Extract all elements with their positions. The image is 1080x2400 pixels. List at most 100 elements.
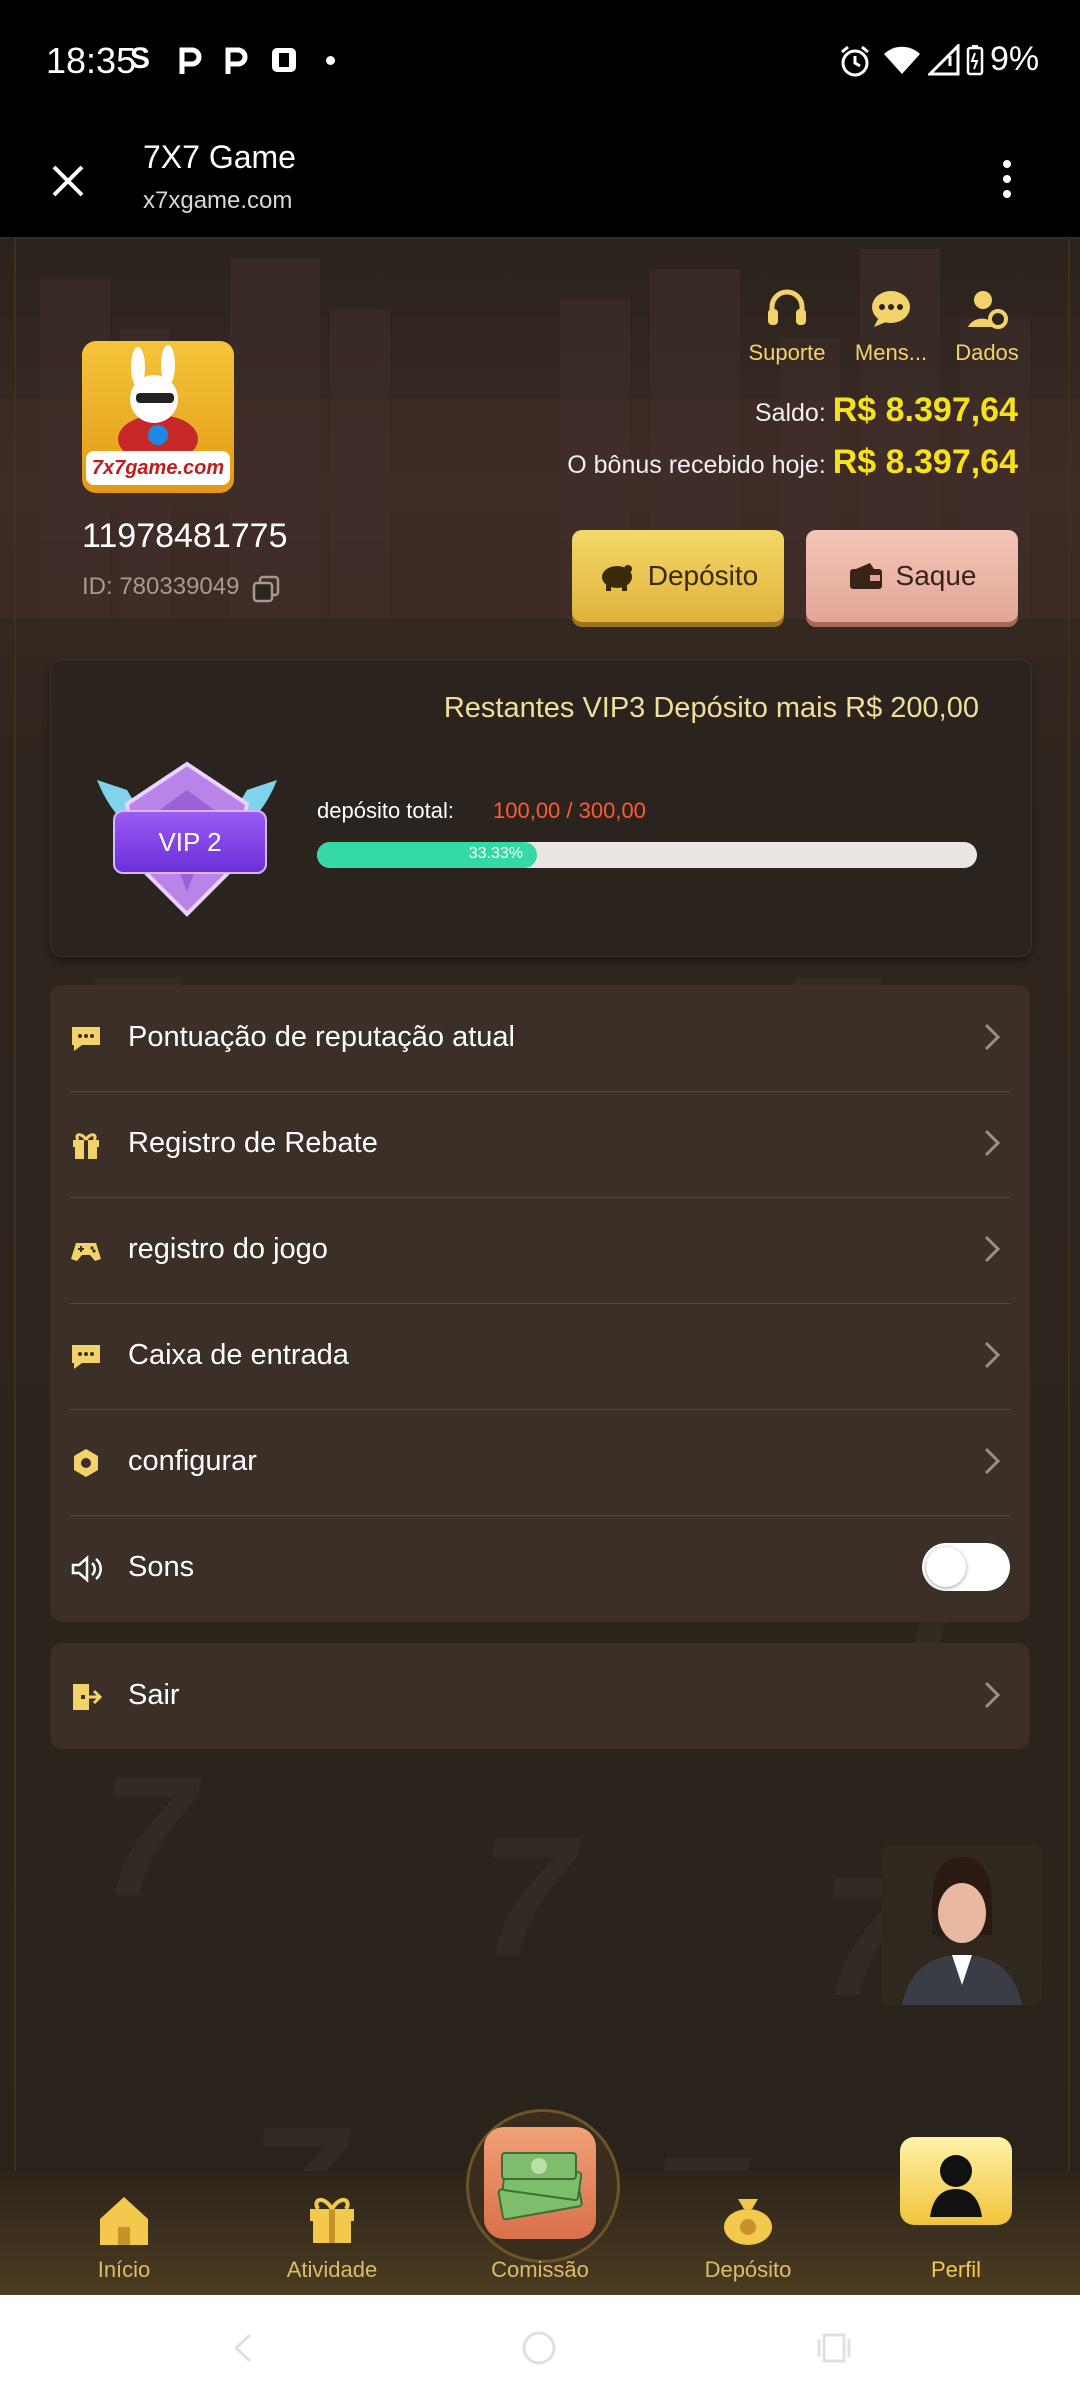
menu-item-rebate[interactable]: Registro de Rebate [70,1091,1010,1198]
bonus-value: R$ 8.397,64 [832,443,1018,481]
nav-home[interactable]: Início [24,2171,224,2295]
inbox-icon [72,1345,100,1369]
nav-label-commission: Comissão [491,2257,589,2282]
headset-icon [768,289,806,325]
chevron-right-icon [984,1235,1001,1263]
chat-icon [72,1027,100,1051]
battery-percent: 9% [990,40,1040,78]
nav-label-home: Início [97,2257,151,2282]
speaker-icon [71,1555,102,1583]
gear-icon [74,1449,98,1477]
bonus-label: O bônus recebido hoje: [567,451,826,479]
menu-item-inbox[interactable]: Caixa de entrada [70,1303,1010,1410]
vip-headline: Restantes VIP3 Depósito mais R$ 200,00 [443,692,979,724]
deposit-total-value: 100,00 / 300,00 [493,798,646,823]
menu-label-sounds: Sons [128,1551,195,1583]
battery-icon [966,44,984,81]
deposit-button[interactable]: Depósito [572,530,784,622]
status-bar: 18:35 S 9% [0,0,1080,125]
deposit-total-label: depósito total: [317,798,454,823]
signal-icon [926,42,960,81]
nav-profile[interactable]: Perfil [856,2137,1056,2295]
nav-label-profile: Perfil [930,2257,982,2282]
saldo-value: R$ 8.397,64 [832,391,1018,429]
deposit-label: Depósito [647,560,759,591]
data-label: Dados [955,340,1019,365]
avatar[interactable]: 7x7game.com [82,341,234,493]
nav-label-activity: Atividade [286,2257,378,2282]
menu-label-logout: Sair [128,1679,180,1711]
vip-progress-text: 33.33% [468,845,523,862]
nav-label-deposit: Depósito [704,2257,792,2282]
vip-card: Restantes VIP3 Depósito mais R$ 200,00 V… [50,659,1032,957]
user-settings-icon [968,291,1008,329]
user-icon [930,2155,982,2217]
message-icon [872,291,910,327]
menu-item-settings[interactable]: configurar [70,1409,1010,1516]
menu-item-logout[interactable]: Sair [70,1643,1010,1749]
logo-text: 7x7game.com [86,451,230,485]
profile-page: 7 7 7 7 7 7 7 7 7 7 7 7x7game.com 119784… [0,239,1080,2294]
close-icon[interactable] [48,161,88,206]
alarm-icon [838,44,872,83]
gift-icon [310,2198,354,2243]
chevron-right-icon [984,1129,1001,1157]
chevron-right-icon [984,1023,1001,1051]
menu-item-sounds: Sons [70,1515,1010,1621]
menu-label-game-record: registro do jogo [128,1233,328,1265]
messages-button[interactable]: Mens... [836,289,946,366]
recents-icon[interactable] [816,2331,852,2365]
withdraw-button[interactable]: Saque [806,530,1018,622]
vip-progress-fill: 33.33% [317,842,537,868]
saldo-line: Saldo: R$ 8.397,64 [755,391,1018,430]
menu-label-inbox: Caixa de entrada [128,1339,349,1371]
home-circle-icon[interactable] [520,2329,558,2367]
vip-progress-bar: 33.33% [317,842,977,868]
nav-commission[interactable]: Comissão [440,2109,640,2295]
logout-icon [73,1684,102,1710]
back-icon[interactable] [230,2331,254,2365]
support-button[interactable]: Suporte [732,289,842,366]
app-p2-icon [222,44,250,81]
settings-menu: Pontuação de reputação atual Registro de… [50,985,1030,1622]
nav-activity[interactable]: Atividade [232,2171,432,2295]
support-label: Suporte [748,340,826,365]
data-button[interactable]: Dados [932,289,1042,366]
menu-item-game-record[interactable]: registro do jogo [70,1197,1010,1304]
bottom-nav: Início Atividade Comissão Depósito Perfi… [0,2109,1080,2295]
bonus-line: O bônus recebido hoje: R$ 8.397,64 [567,443,1018,482]
money-stack-icon [497,2152,583,2221]
saldo-label: Saldo: [754,399,826,427]
status-time: 18:35 [46,40,137,81]
support-agent-avatar-icon [902,1857,1022,2005]
logout-card: Sair [50,1643,1030,1749]
support-agent-button[interactable] [882,1845,1042,2005]
sounds-toggle[interactable] [922,1543,1010,1591]
piggy-bank-icon [601,565,632,591]
messages-label: Mens... [854,340,928,365]
menu-item-reputation[interactable]: Pontuação de reputação atual [70,985,1010,1092]
app-b-icon [270,46,298,79]
gift-icon [73,1133,99,1159]
more-options-icon[interactable] [1000,157,1014,206]
browser-title: 7X7 Game [143,139,296,175]
browser-header: 7X7 Game x7xgame.com [0,125,1080,239]
menu-label-rebate: Registro de Rebate [128,1127,378,1159]
home-icon [100,2197,148,2245]
system-nav-bar [0,2295,1080,2400]
vip-badge: VIP 2 [113,810,267,874]
nav-deposit[interactable]: Depósito [648,2171,848,2295]
toggle-knob [926,1547,966,1587]
gamepad-icon [71,1243,101,1261]
chevron-right-icon [984,1447,1001,1475]
user-id: ID: 780339049 [82,573,240,600]
menu-label-reputation: Pontuação de reputação atual [128,1021,515,1053]
wallet-icon [849,563,882,589]
coin-bag-icon [724,2199,772,2245]
app-p-icon [176,44,204,81]
wifi-icon [882,44,922,81]
notification-dot-icon [326,56,335,65]
chevron-right-icon [984,1681,1001,1709]
copy-icon[interactable] [252,575,280,608]
browser-url: x7xgame.com [143,187,293,214]
